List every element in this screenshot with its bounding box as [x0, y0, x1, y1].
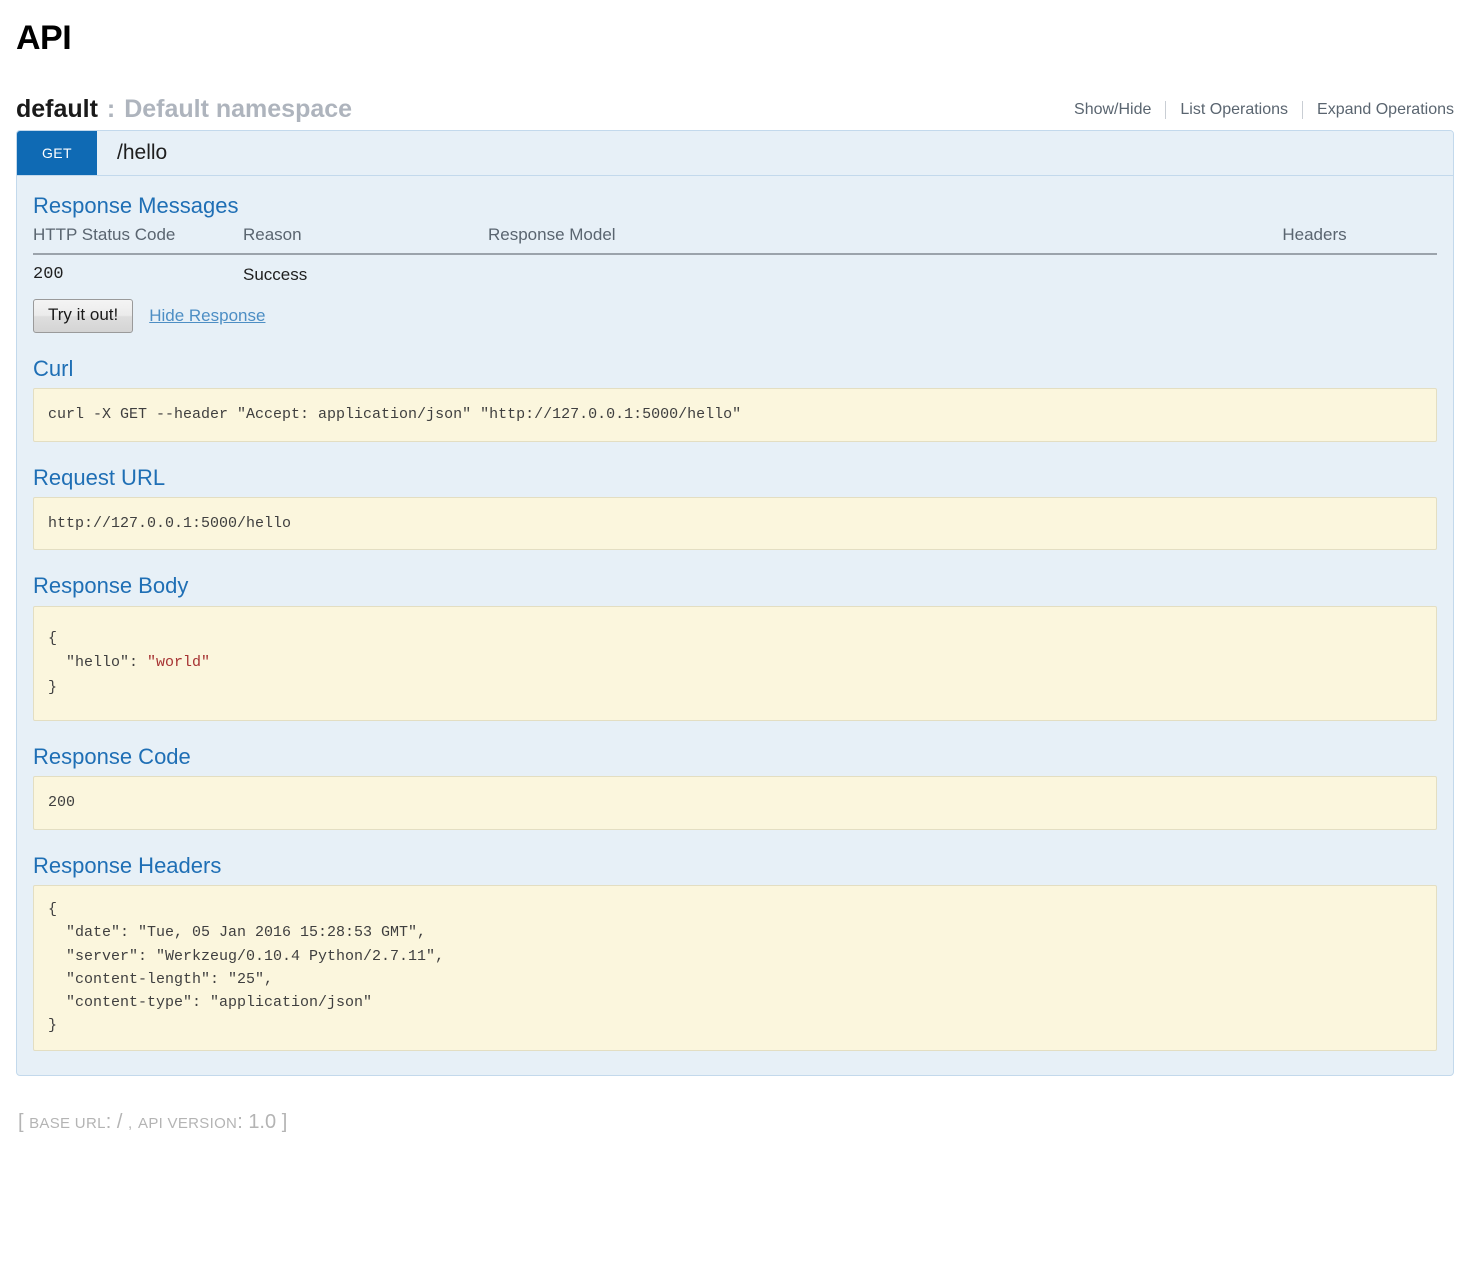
response-messages-heading: Response Messages: [33, 192, 1437, 220]
operation-panel: GET /hello Response Messages HTTP Status…: [16, 130, 1454, 1076]
swagger-ui-page: API default : Default namespace Show/Hid…: [0, 0, 1470, 1263]
api-version-value: 1.0: [248, 1111, 276, 1133]
column-http-status-code: HTTP Status Code: [33, 223, 243, 254]
resource-namespace: default: [16, 95, 98, 123]
cell-status-code: 200: [33, 254, 243, 291]
operation-path: /hello: [97, 131, 167, 175]
cell-headers: [1192, 254, 1437, 291]
submit-row: Try it out! Hide Response: [33, 299, 1437, 333]
request-url-heading: Request URL: [33, 464, 1437, 492]
base-url-separator: :: [106, 1111, 112, 1133]
resource-header: default : Default namespace Show/Hide Li…: [16, 97, 1454, 130]
curl-section: Curl curl -X GET --header "Accept: appli…: [33, 355, 1437, 442]
json-open-brace: {: [48, 630, 57, 647]
response-headers-section: Response Headers { "date": "Tue, 05 Jan …: [33, 852, 1437, 1051]
footer-close-bracket: ]: [282, 1111, 288, 1133]
footer-open-bracket: [: [18, 1111, 24, 1133]
resource-options: Show/Hide List Operations Expand Operati…: [1074, 101, 1454, 122]
show-hide-link[interactable]: Show/Hide: [1074, 101, 1165, 119]
resource-description: Default namespace: [124, 95, 352, 123]
request-url-value: http://127.0.0.1:5000/hello: [33, 497, 1437, 550]
response-body-value: { "hello": "world" }: [33, 606, 1437, 721]
try-it-out-button[interactable]: Try it out!: [33, 299, 133, 333]
response-messages-table: HTTP Status Code Reason Response Model H…: [33, 223, 1437, 291]
response-code-section: Response Code 200: [33, 743, 1437, 830]
json-string-value: "world": [147, 654, 210, 671]
footer-info: [ base url: / , api version: 1.0 ]: [16, 1112, 1454, 1132]
table-row: 200 Success: [33, 254, 1437, 291]
operation-body: Response Messages HTTP Status Code Reaso…: [17, 176, 1453, 1075]
json-key: "hello":: [48, 654, 147, 671]
api-version-separator: :: [237, 1111, 243, 1133]
table-header-row: HTTP Status Code Reason Response Model H…: [33, 223, 1437, 254]
response-headers-value: { "date": "Tue, 05 Jan 2016 15:28:53 GMT…: [33, 885, 1437, 1051]
column-reason: Reason: [243, 223, 488, 254]
expand-operations-link[interactable]: Expand Operations: [1303, 101, 1454, 119]
operation-header[interactable]: GET /hello: [17, 131, 1453, 176]
resource-separator: :: [107, 95, 115, 123]
response-body-heading: Response Body: [33, 572, 1437, 600]
page-title: API: [16, 0, 1454, 59]
footer-comma: ,: [128, 1115, 132, 1132]
column-response-model: Response Model: [488, 223, 1192, 254]
http-method-badge: GET: [17, 131, 97, 175]
response-body-section: Response Body { "hello": "world" }: [33, 572, 1437, 720]
curl-heading: Curl: [33, 355, 1437, 383]
cell-reason: Success: [243, 254, 488, 291]
api-version-label: api version: [138, 1115, 237, 1132]
cell-response-model: [488, 254, 1192, 291]
list-operations-link[interactable]: List Operations: [1166, 101, 1302, 119]
curl-command: curl -X GET --header "Accept: applicatio…: [33, 388, 1437, 441]
response-code-heading: Response Code: [33, 743, 1437, 771]
resource-title[interactable]: default : Default namespace: [16, 97, 352, 122]
json-close-brace: }: [48, 679, 57, 696]
response-headers-heading: Response Headers: [33, 852, 1437, 880]
request-url-section: Request URL http://127.0.0.1:5000/hello: [33, 464, 1437, 551]
base-url-label: base url: [29, 1115, 106, 1132]
column-headers: Headers: [1192, 223, 1437, 254]
base-url-value: /: [117, 1111, 123, 1133]
response-code-value: 200: [33, 776, 1437, 829]
hide-response-link[interactable]: Hide Response: [149, 306, 265, 326]
